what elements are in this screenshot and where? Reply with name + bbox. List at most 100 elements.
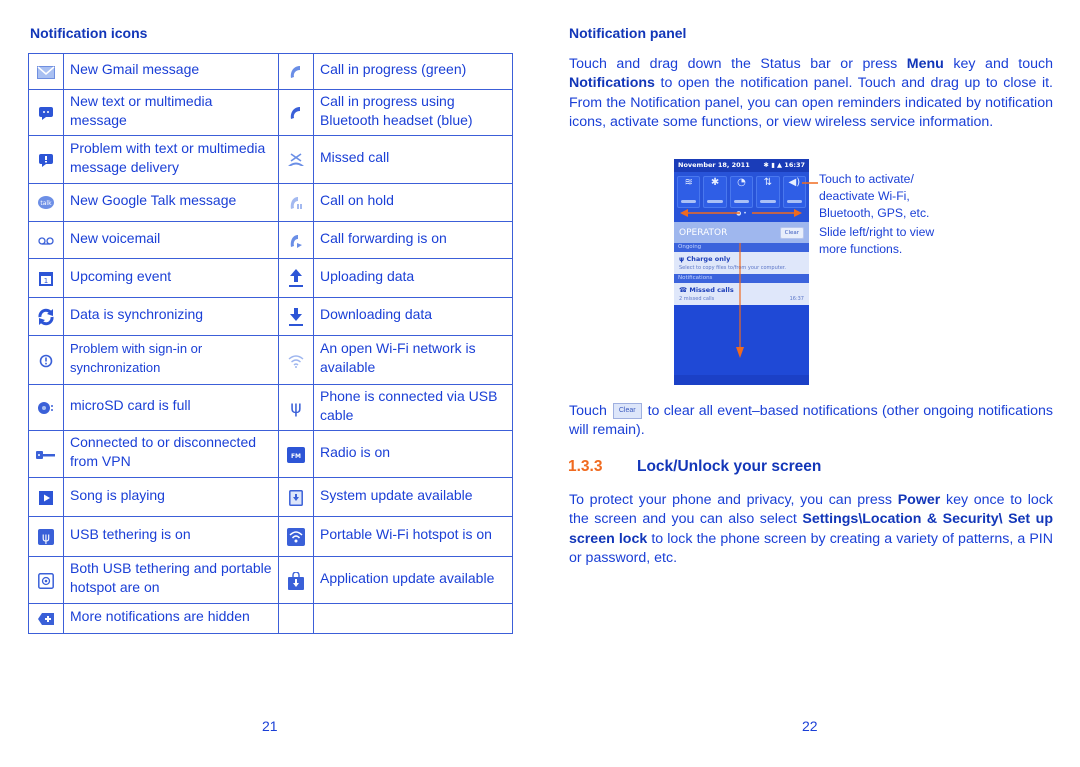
voicemail-icon xyxy=(38,237,54,245)
icon-table-row: microSD card is full ψ Phone is connected … xyxy=(28,384,513,431)
icon-cell xyxy=(278,183,314,222)
icon-cell: FM xyxy=(278,430,314,478)
icon-cell xyxy=(278,603,314,634)
down-arrow-head xyxy=(736,347,744,358)
usb-icon: ψ xyxy=(289,398,303,418)
heading-title: Lock/Unlock your screen xyxy=(637,458,822,475)
icon-table-row: New voicemail Call forwarding is on xyxy=(28,221,513,259)
bluetooth-icon: ✱ xyxy=(710,177,720,188)
page-right: Notification panel Touch and drag down t… xyxy=(540,0,1080,767)
callout-line: Touch to activate/ xyxy=(819,172,914,186)
data-toggle[interactable]: ⇅ xyxy=(756,176,780,208)
gps-toggle[interactable]: ◔ xyxy=(729,176,754,208)
icon-description: Radio is on xyxy=(313,430,513,478)
page-indicator: ● • xyxy=(674,210,809,222)
icon-description: Both USB tethering and portable hotspot … xyxy=(63,556,279,604)
icon-description: New text or multimedia message xyxy=(63,89,279,136)
icon-table-row: Problem with text or multimedia message … xyxy=(28,135,513,184)
icon-table-row: talk New Google Talk message Call on hold xyxy=(28,183,513,222)
icon-cell xyxy=(278,221,314,259)
svg-text:ψ: ψ xyxy=(290,398,301,418)
wifi-icon: ≋ xyxy=(684,177,693,188)
hotspot-icon xyxy=(287,528,305,547)
icon-cell xyxy=(28,430,64,478)
missed-calls-notification[interactable]: ☎ Missed calls 2 missed calls 16:37 xyxy=(674,283,809,305)
icon-cell xyxy=(28,477,64,517)
heading-number: 1.3.3 xyxy=(568,458,603,475)
wifi-toggle[interactable]: ≋ xyxy=(677,176,701,208)
phone-bottom-handle[interactable] xyxy=(674,375,809,385)
icon-cell xyxy=(278,556,314,604)
icon-description: Missed call xyxy=(313,135,513,184)
icon-cell: ψ xyxy=(278,384,314,431)
icon-description: Upcoming event xyxy=(63,258,279,298)
usb-tether-icon: ψ xyxy=(38,529,54,546)
call-green-icon xyxy=(288,64,304,80)
icon-cell: ψ xyxy=(28,516,64,557)
missed-call-icon: ☎ xyxy=(679,286,690,294)
phone-status-bar: November 18, 2011 ✱ ▮ ▲ 16:37 xyxy=(674,159,809,172)
icon-description xyxy=(313,603,513,634)
icon-table-row: New text or multimedia message Call in pr… xyxy=(28,89,513,136)
icon-cell xyxy=(278,477,314,517)
google-talk-icon: talk xyxy=(38,196,54,210)
sync-error-icon xyxy=(39,354,53,368)
icon-cell xyxy=(278,297,314,336)
icon-description: microSD card is full xyxy=(63,384,279,431)
icon-description: Phone is connected via USB cable xyxy=(313,384,513,431)
icon-table-row: 1 Upcoming event Uploading data xyxy=(28,258,513,298)
intro-text: Touch and drag down the Status bar or pr… xyxy=(569,56,907,72)
icon-table-row: Data is synchronizing Downloading data xyxy=(28,297,513,336)
bluetooth-toggle[interactable]: ✱ xyxy=(703,176,727,208)
section-heading-lock: 1.3.3 Lock/Unlock your screen xyxy=(568,458,821,476)
clear-button[interactable]: Clear xyxy=(779,226,804,239)
page-number: 21 xyxy=(262,718,278,734)
icon-description: Call forwarding is on xyxy=(313,221,513,259)
svg-text:talk: talk xyxy=(40,200,52,207)
icon-description: Problem with sign-in or synchronization xyxy=(63,335,279,385)
tether-hotspot-icon xyxy=(38,572,54,589)
ongoing-notification[interactable]: ψ Charge only Select to copy files to/fr… xyxy=(674,252,809,274)
play-icon xyxy=(39,490,53,505)
lock-paragraph: To protect your phone and privacy, you c… xyxy=(569,491,1053,568)
notifications-header: Notifications xyxy=(674,274,809,283)
sms-icon xyxy=(39,106,53,120)
ongoing-subtitle: Select to copy files to/from your comput… xyxy=(679,265,786,271)
icon-cell xyxy=(278,89,314,136)
icon-description: Application update available xyxy=(313,556,513,604)
phone-time: 16:37 xyxy=(784,161,805,169)
svg-text:1: 1 xyxy=(44,277,48,285)
page-number: 22 xyxy=(802,718,818,734)
icon-cell: 1 xyxy=(28,258,64,298)
icon-table-row: ψ USB tethering is on Portable Wi-Fi hotsp… xyxy=(28,516,513,557)
svg-text:FM: FM xyxy=(291,453,301,460)
icon-cell xyxy=(28,297,64,336)
callout-slide: Slide left/right to view more functions. xyxy=(819,224,934,258)
icon-description: Call in progress using Bluetooth headset… xyxy=(313,89,513,136)
lock-text: To protect your phone and privacy, you c… xyxy=(569,492,898,508)
icon-cell xyxy=(278,135,314,184)
callout-line: deactivate Wi-Fi, xyxy=(819,189,910,203)
sync-icon xyxy=(37,308,55,326)
call-hold-icon xyxy=(288,195,304,211)
operator-name: OPERATOR xyxy=(679,227,728,238)
ongoing-header: Ongoing xyxy=(674,243,809,252)
icon-description: Call in progress (green) xyxy=(313,53,513,90)
sound-icon: ◀) xyxy=(788,177,801,188)
section-title-notification-panel: Notification panel xyxy=(569,25,687,41)
icon-description: Call on hold xyxy=(313,183,513,222)
app-update-icon xyxy=(287,571,305,590)
icon-table-row: More notifications are hidden xyxy=(28,603,513,634)
sd-card-full-icon xyxy=(37,401,55,415)
vpn-key-icon xyxy=(36,450,56,460)
download-icon xyxy=(288,307,304,327)
icon-cell xyxy=(28,335,64,385)
svg-text:ψ: ψ xyxy=(42,531,50,545)
icon-description: Uploading data xyxy=(313,258,513,298)
icon-description: Song is playing xyxy=(63,477,279,517)
intro-paragraph: Touch and drag down the Status bar or pr… xyxy=(569,55,1053,132)
icon-table-row: Both USB tethering and portable hotspot … xyxy=(28,556,513,604)
calendar-icon: 1 xyxy=(39,271,53,286)
clear-paragraph: Touch Clear to clear all event–based notif… xyxy=(569,402,1053,441)
icon-description: USB tethering is on xyxy=(63,516,279,557)
